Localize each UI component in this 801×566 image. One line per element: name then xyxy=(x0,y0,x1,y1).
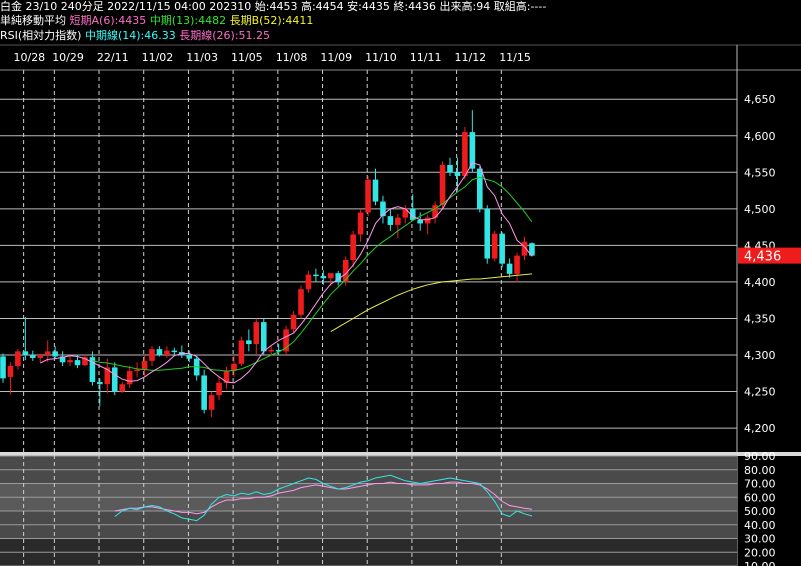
candle-body xyxy=(357,212,364,235)
date-label: 22/11 xyxy=(97,51,129,64)
ma-mid-line xyxy=(92,176,533,372)
date-label: 11/10 xyxy=(365,51,397,64)
rsi-tick-label: 60.00 xyxy=(744,491,776,504)
candle-body xyxy=(164,350,170,355)
date-label: 11/08 xyxy=(276,51,308,64)
rsi-tick-label: 50.00 xyxy=(744,505,776,518)
rsi-tick-label: 90.00 xyxy=(744,450,776,463)
price-tick-label: 4,600 xyxy=(744,130,776,143)
date-label: 11/05 xyxy=(231,51,263,64)
candle-body xyxy=(141,360,148,370)
candle-body xyxy=(417,219,423,224)
candle-body xyxy=(253,322,260,345)
candle-body xyxy=(216,382,222,396)
candle-body xyxy=(149,349,155,361)
candle-body xyxy=(0,356,6,379)
candle-body xyxy=(365,179,371,213)
candle-body xyxy=(387,216,394,225)
date-label: 10/29 xyxy=(52,51,84,64)
price-tag-text: 4,436 xyxy=(744,250,781,265)
candle-body xyxy=(15,351,21,366)
candle-body xyxy=(290,314,297,330)
candle-body xyxy=(208,395,215,410)
candle-body xyxy=(30,355,36,358)
candle-body xyxy=(499,233,505,264)
candles xyxy=(0,110,535,418)
candle-body xyxy=(514,255,520,274)
date-label: 11/02 xyxy=(142,51,174,64)
candle-body xyxy=(22,351,29,355)
current-price-tag: 4,436 xyxy=(738,247,801,265)
price-tick-label: 4,250 xyxy=(744,386,776,399)
candle-body xyxy=(260,322,267,352)
candle-body xyxy=(134,369,140,372)
rsi-axis: 10.0020.0030.0040.0050.0060.0070.0080.00… xyxy=(744,450,776,566)
candle-body xyxy=(171,350,178,353)
candle-body xyxy=(454,172,461,176)
rsi-tick-label: 20.00 xyxy=(744,546,776,559)
date-label: 11/03 xyxy=(186,51,218,64)
candle-body xyxy=(395,217,401,225)
date-label: 10/28 xyxy=(13,51,45,64)
candle-body xyxy=(126,371,133,385)
candle-body xyxy=(298,289,304,315)
price-tick-label: 4,550 xyxy=(744,166,776,179)
candle-body xyxy=(111,367,118,392)
rsi-tick-label: 80.00 xyxy=(744,464,776,477)
candle-body xyxy=(424,217,431,224)
candle-body xyxy=(477,168,483,209)
date-label: 11/15 xyxy=(499,51,531,64)
date-label: 11/09 xyxy=(320,51,352,64)
candle-body xyxy=(447,165,453,173)
candle-body xyxy=(268,349,274,352)
rsi-tick-label: 10.00 xyxy=(744,560,776,566)
pane-divider xyxy=(0,452,801,456)
candle-body xyxy=(37,355,44,358)
candle-body xyxy=(439,165,446,206)
candle-body xyxy=(350,234,356,260)
candle-body xyxy=(97,382,103,385)
candle-body xyxy=(506,263,513,274)
candlestick-chart: 10/28 10/29 22/11 11/02 11/03 11/05 11/08 11/09… xyxy=(0,44,801,566)
candle-body xyxy=(313,274,319,277)
candle-body xyxy=(119,384,125,392)
candle-body xyxy=(7,365,14,377)
rsi-tick-label: 40.00 xyxy=(744,519,776,532)
candle-body xyxy=(305,274,312,290)
rsi-tick-label: 70.00 xyxy=(744,478,776,491)
candle-body xyxy=(484,208,491,259)
rsi-bands xyxy=(0,455,737,566)
candle-body xyxy=(44,351,51,355)
candle-body xyxy=(372,179,379,202)
candle-body xyxy=(246,340,252,345)
date-label: 11/11 xyxy=(410,51,442,64)
date-label: 11/12 xyxy=(454,51,486,64)
candle-body xyxy=(67,360,73,363)
price-tick-label: 4,400 xyxy=(744,276,776,289)
candle-body xyxy=(491,233,498,259)
candle-body xyxy=(74,360,81,366)
price-tick-label: 4,650 xyxy=(744,93,776,106)
candle-body xyxy=(52,351,58,357)
candle-body xyxy=(380,201,386,217)
candle-body xyxy=(201,375,207,410)
candle-body xyxy=(328,273,334,279)
price-tick-label: 4,300 xyxy=(744,349,776,362)
candle-body xyxy=(186,355,193,359)
price-tick-label: 4,200 xyxy=(744,422,776,435)
candle-body xyxy=(238,340,245,364)
date-axis: 10/28 10/29 22/11 11/02 11/03 11/05 11/08 11/09… xyxy=(13,51,530,64)
candle-body xyxy=(156,349,163,355)
candle-body xyxy=(462,132,468,176)
price-tick-label: 4,350 xyxy=(744,312,776,325)
price-tick-label: 4,500 xyxy=(744,203,776,216)
rsi-tick-label: 30.00 xyxy=(744,533,776,546)
candle-body xyxy=(320,276,327,279)
